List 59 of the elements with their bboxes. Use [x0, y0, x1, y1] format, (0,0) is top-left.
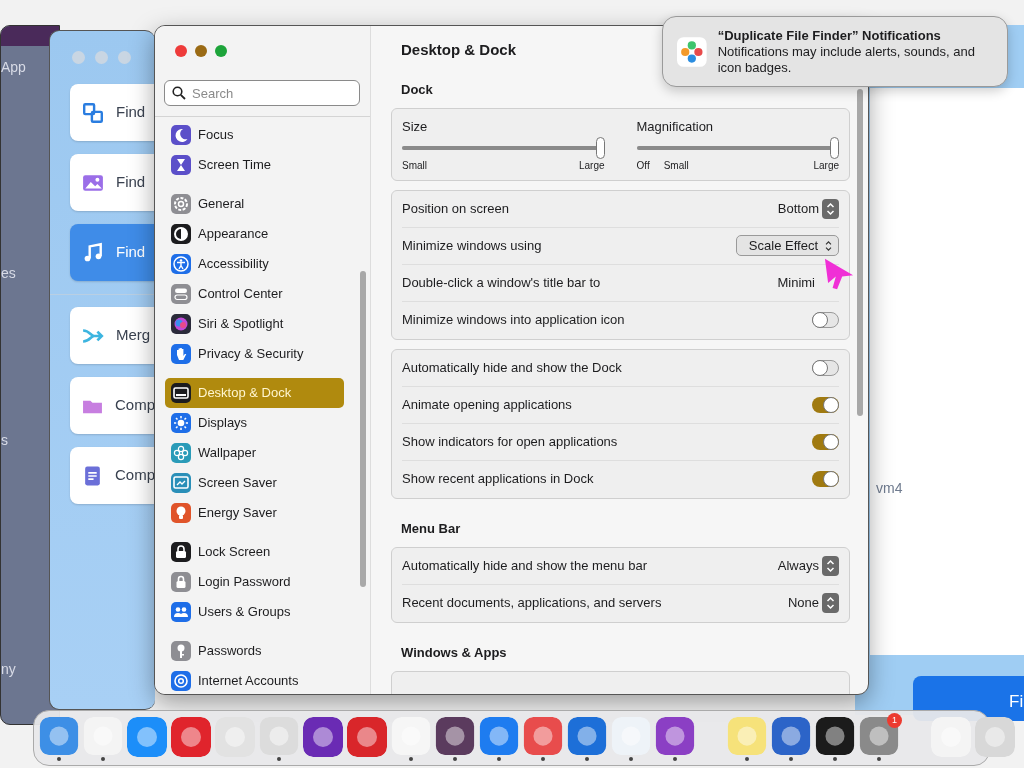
setting-label: Position on screen — [402, 199, 509, 218]
setting-label: Minimize windows into application icon — [402, 311, 625, 330]
feature-card[interactable]: Comp — [70, 447, 155, 504]
sidebar-item[interactable]: Energy Saver — [165, 498, 344, 528]
file-name: vm4 — [876, 479, 903, 498]
sidebar-item[interactable]: Screen Time — [165, 150, 344, 180]
feature-card[interactable]: Find — [70, 224, 155, 281]
sidebar-item[interactable]: Wallpaper — [165, 438, 344, 468]
setting-label: Show recent applications in Dock — [402, 470, 594, 489]
setting-label: Minimize windows using — [402, 236, 542, 255]
section-heading: Menu Bar — [400, 519, 462, 538]
sidebar-item[interactable]: Siri & Spotlight — [165, 309, 344, 339]
app-label: s — [1, 431, 8, 450]
sidebar-item[interactable]: Privacy & Security — [165, 339, 344, 369]
setting-value: Bottom — [777, 199, 819, 218]
popup-button[interactable]: Scale Effect — [735, 235, 839, 256]
feature-card[interactable]: Merg — [70, 307, 155, 364]
sidebar-item[interactable]: Passwords — [165, 636, 344, 666]
notification-banner[interactable]: “Duplicate File Finder” Notifications Notifications may include alerts, sounds, and icon badges. — [662, 16, 1008, 87]
setting-label: Double-click a window's title bar to — [402, 273, 601, 292]
slider-tick-label: Small — [402, 158, 427, 173]
setting-label: Show indicators for open applications — [402, 432, 618, 451]
feature-card[interactable]: Find — [70, 154, 155, 211]
slider-tick-label: Off — [636, 158, 650, 173]
sidebar-item[interactable]: Accessibility — [165, 249, 344, 279]
slider-tick-label: Large — [578, 158, 605, 173]
notification-badge: 1 — [887, 713, 902, 728]
feature-card[interactable]: Comp — [70, 377, 155, 434]
setting-value: Minimi — [777, 273, 815, 292]
page-title: Desktop & Dock — [400, 39, 517, 60]
sidebar-item[interactable]: Login Password — [165, 567, 344, 597]
sidebar-item[interactable]: Users & Groups — [165, 597, 344, 627]
slider-label: Size — [402, 118, 429, 136]
sidebar-item[interactable]: Appearance — [165, 219, 344, 249]
setting-label: Animate opening applications — [402, 395, 572, 414]
feature-card[interactable]: Find — [70, 84, 155, 141]
app-label: ny — [1, 660, 16, 679]
sidebar-item[interactable]: Lock Screen — [165, 537, 344, 567]
slider-tick-label: Large — [813, 158, 839, 173]
sidebar-item[interactable]: Control Center — [165, 279, 344, 309]
setting-value: None — [787, 594, 819, 613]
sidebar-item[interactable]: Focus — [165, 120, 344, 150]
setting-value: Always — [777, 556, 819, 575]
app-label: es — [1, 264, 16, 283]
notification-title: “Duplicate File Finder” Notifications — [717, 27, 942, 44]
sidebar-item[interactable]: Displays — [165, 408, 344, 438]
setting-label: Recent documents, applications, and servers — [402, 594, 662, 613]
notification-text: Notifications may include alerts, sounds, and icon badges. — [717, 43, 976, 76]
slider-label: Magnification — [636, 118, 715, 136]
sidebar-item[interactable]: Internet Accounts — [165, 666, 344, 694]
slider-tick-label: Small — [663, 158, 689, 173]
sidebar-item[interactable]: General — [165, 189, 344, 219]
app-label: App — [1, 58, 26, 77]
setting-label: Automatically hide and show the Dock — [402, 358, 622, 377]
section-heading: Windows & Apps — [400, 643, 508, 662]
search-field[interactable]: Search — [164, 80, 360, 106]
section-heading: Dock — [400, 81, 434, 100]
sidebar-item[interactable]: Screen Saver — [165, 468, 344, 498]
setting-label: Automatically hide and show the menu bar — [402, 556, 647, 575]
